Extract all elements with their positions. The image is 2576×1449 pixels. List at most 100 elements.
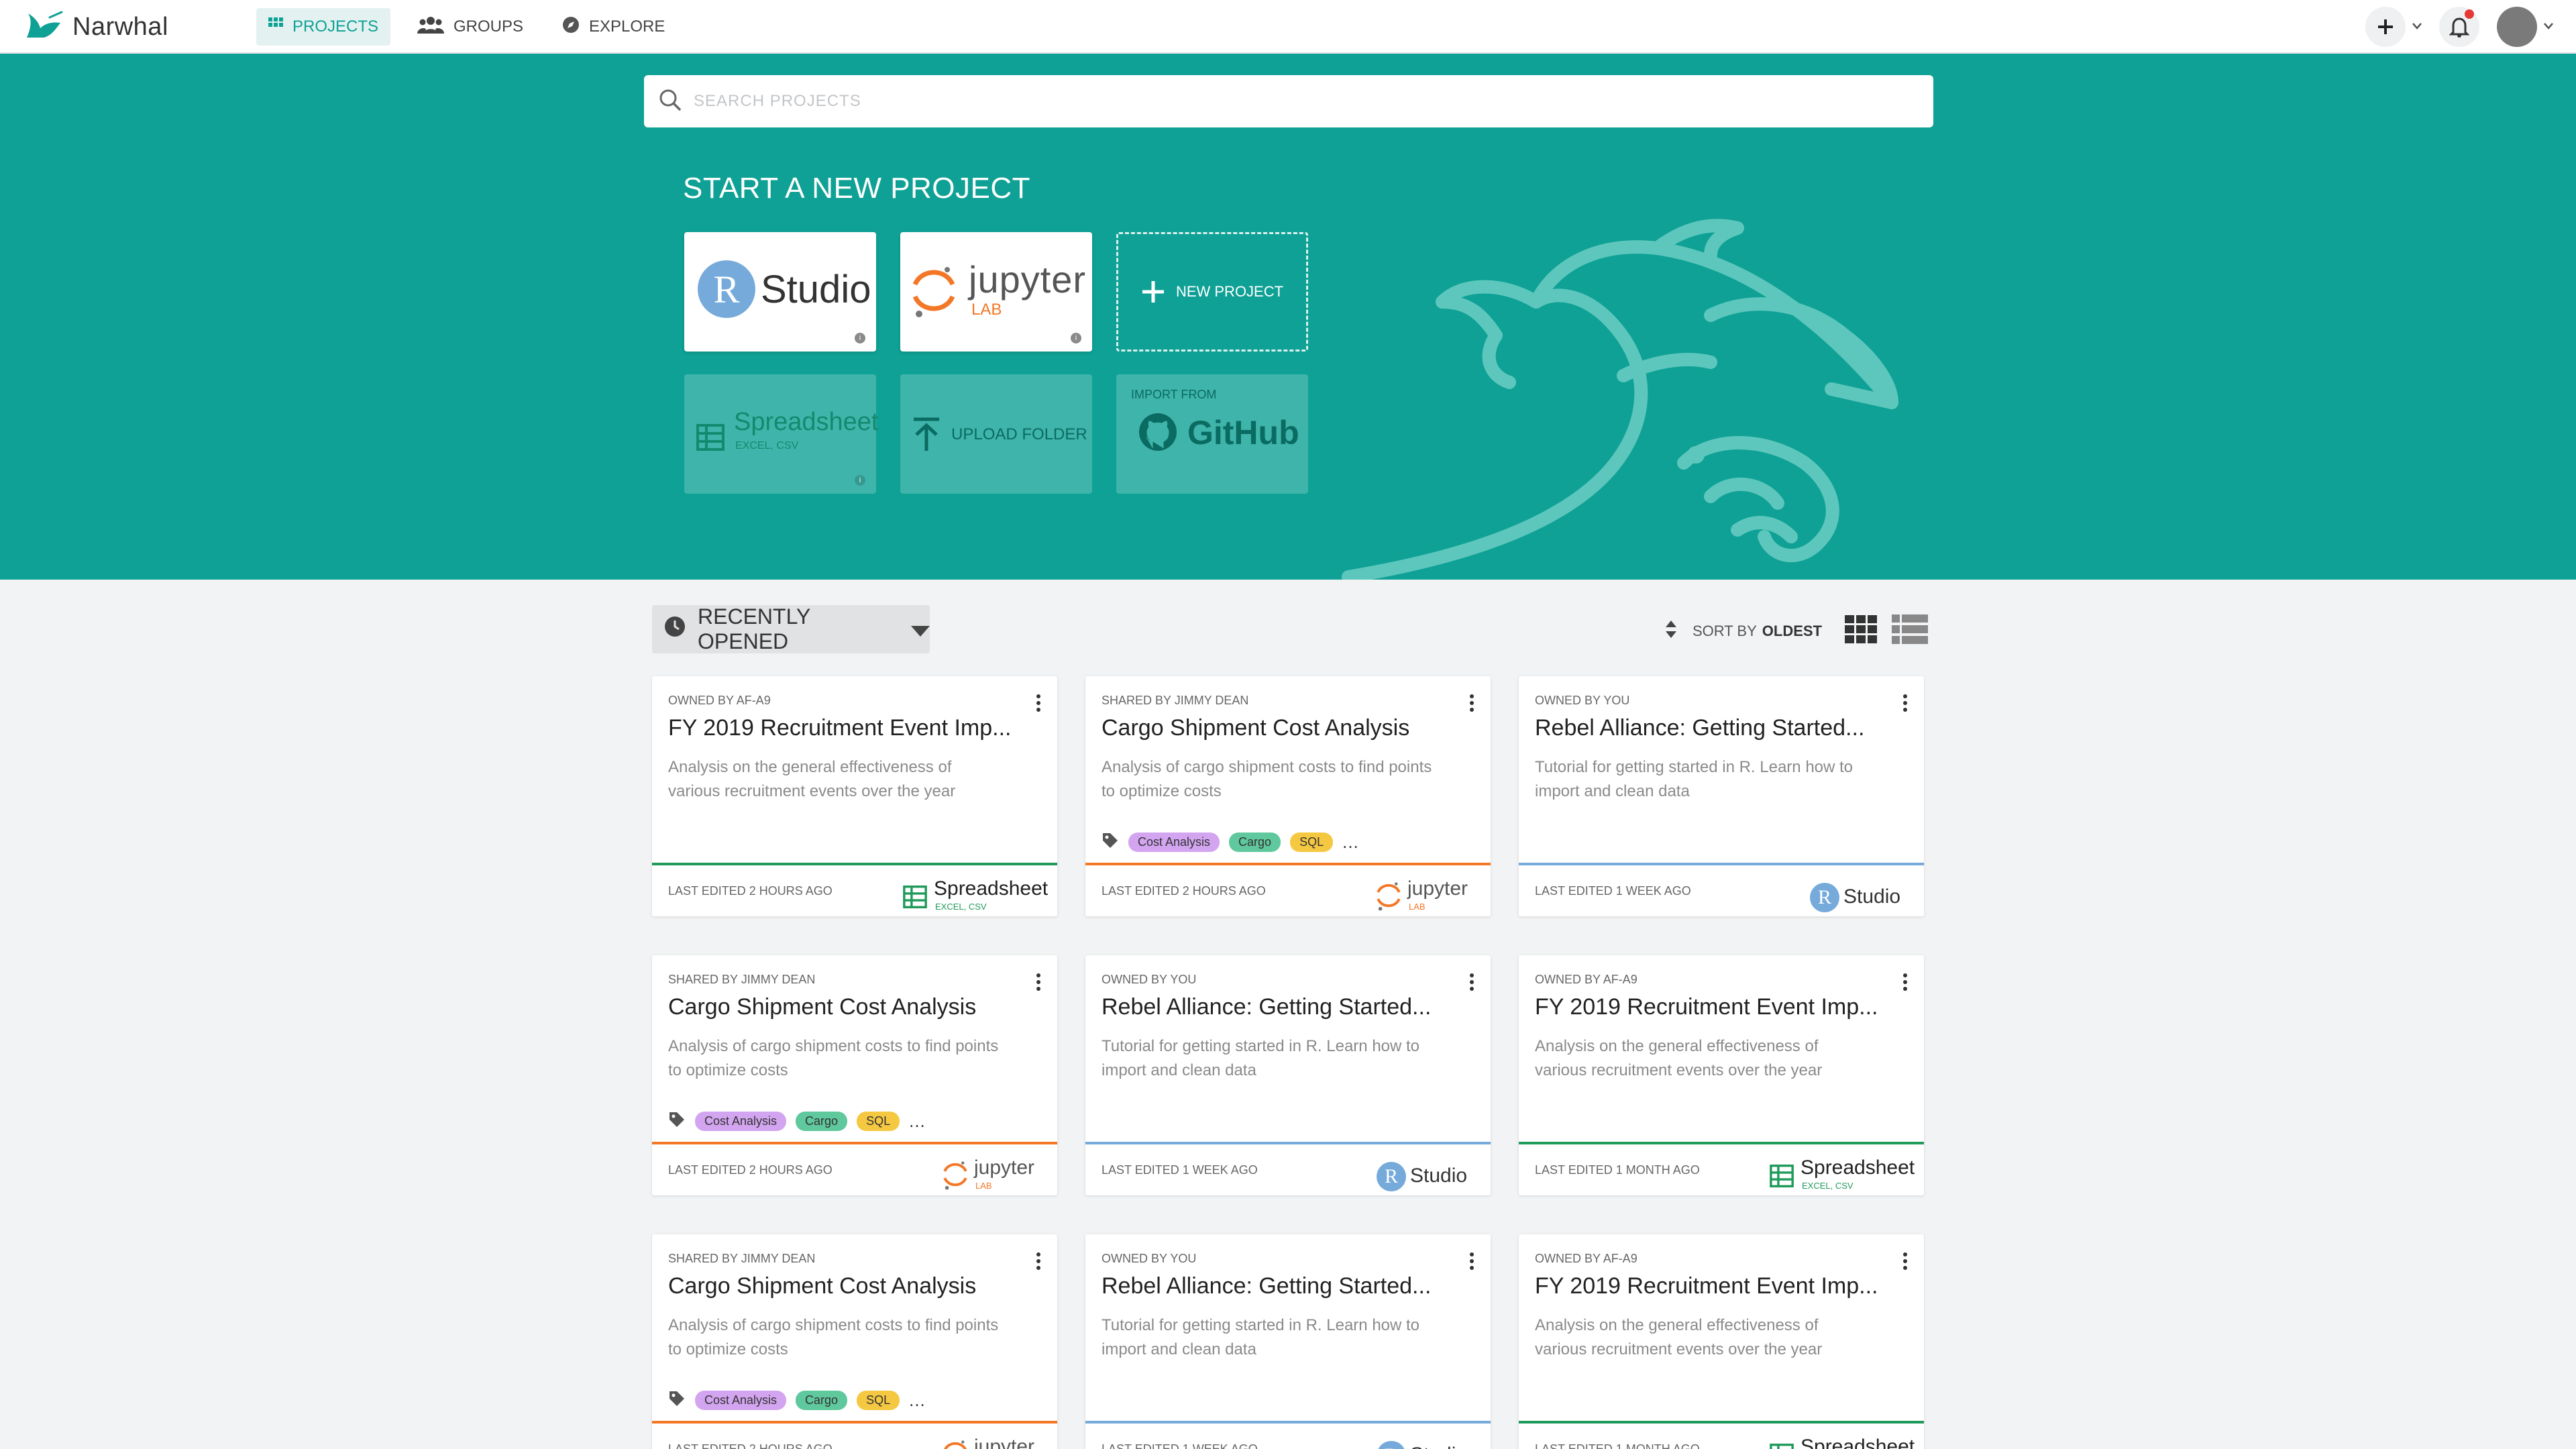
tag-chip[interactable]: SQL: [1290, 833, 1334, 852]
card-title[interactable]: FY 2019 Recruitment Event Imp...: [668, 715, 1030, 741]
app-logo[interactable]: Narwhal: [24, 11, 168, 44]
nav-groups-label: GROUPS: [453, 17, 524, 36]
hero-banner: START A NEW PROJECT R Studio i jupyter L…: [0, 54, 2576, 580]
recently-opened-filter[interactable]: RECENTLY OPENED: [652, 604, 930, 653]
brand-sub-label: EXCEL, CSV: [1802, 1181, 1854, 1191]
rstudio-tile[interactable]: R Studio i: [684, 232, 876, 352]
last-edited: LAST EDITED 2 HOURS AGO: [1102, 884, 1266, 898]
jupyter-badge: jupyter LAB: [943, 1155, 1044, 1193]
card-title[interactable]: Cargo Shipment Cost Analysis: [668, 994, 1030, 1020]
more-vertical-icon[interactable]: [1898, 1248, 1912, 1275]
rstudio-r-icon: R: [1377, 1441, 1406, 1449]
more-vertical-icon[interactable]: [1898, 969, 1912, 996]
card-description: Analysis of cargo shipment costs to find…: [1102, 758, 1432, 800]
jupyter-tile[interactable]: jupyter LAB i: [900, 232, 1092, 352]
caret-down-icon: [911, 617, 930, 642]
avatar[interactable]: [2497, 7, 2537, 47]
card-title[interactable]: FY 2019 Recruitment Event Imp...: [1535, 1273, 1897, 1299]
more-vertical-icon[interactable]: [1032, 969, 1045, 996]
project-card[interactable]: SHARED BY JIMMY DEAN Cargo Shipment Cost …: [1085, 676, 1491, 916]
info-icon[interactable]: i: [855, 475, 865, 486]
card-owner: OWNED BY YOU: [1102, 1252, 1197, 1265]
project-card[interactable]: SHARED BY JIMMY DEAN Cargo Shipment Cost …: [652, 1234, 1057, 1449]
brand-label: jupyter: [974, 1436, 1035, 1449]
tag-chip[interactable]: Cargo: [796, 1112, 848, 1131]
spreadsheet-badge: Spreadsheet EXCEL, CSV: [903, 876, 1048, 914]
tag-chip[interactable]: SQL: [857, 1391, 900, 1410]
more-vertical-icon[interactable]: [1032, 690, 1045, 716]
card-title[interactable]: FY 2019 Recruitment Event Imp...: [1535, 994, 1897, 1020]
upload-folder-tile[interactable]: UPLOAD FOLDER: [900, 374, 1092, 494]
tag-icon: [1102, 832, 1119, 853]
list-view-icon[interactable]: [1892, 614, 1928, 648]
brand-label: Studio: [1410, 1165, 1468, 1187]
github-label: GitHub: [1187, 414, 1299, 451]
card-description: Analysis of cargo shipment costs to find…: [668, 1316, 999, 1358]
brand-label: Studio: [1843, 885, 1901, 908]
spreadsheet-tile[interactable]: Spreadsheet EXCEL, CSV i: [684, 374, 879, 494]
rstudio-r-icon: R: [1810, 883, 1839, 912]
project-card[interactable]: OWNED BY YOU Rebel Alliance: Getting Star…: [1519, 676, 1924, 916]
sort-value: OLDEST: [1762, 623, 1822, 639]
tag-chip[interactable]: Cost Analysis: [695, 1112, 787, 1131]
tag-icon: [668, 1390, 686, 1411]
more-vertical-icon[interactable]: [1898, 690, 1912, 716]
more-tags-button[interactable]: ...: [909, 1111, 926, 1132]
card-title[interactable]: Rebel Alliance: Getting Started...: [1102, 994, 1464, 1020]
tag-chip[interactable]: Cost Analysis: [695, 1391, 787, 1410]
project-card[interactable]: OWNED BY AF-A9 FY 2019 Recruitment Event …: [652, 676, 1057, 916]
search-input[interactable]: [694, 92, 1834, 111]
add-button[interactable]: [2365, 7, 2406, 47]
card-description: Tutorial for getting started in R. Learn…: [1102, 1316, 1420, 1358]
import-from-label: IMPORT FROM: [1131, 388, 1217, 401]
card-title[interactable]: Cargo Shipment Cost Analysis: [668, 1273, 1030, 1299]
tag-icon: [668, 1111, 686, 1132]
more-vertical-icon[interactable]: [1465, 690, 1479, 716]
nav-groups[interactable]: GROUPS: [405, 8, 535, 46]
tag-chip[interactable]: Cargo: [1229, 833, 1281, 852]
project-card[interactable]: OWNED BY YOU Rebel Alliance: Getting Star…: [1085, 955, 1491, 1195]
card-tags: Cost Analysis Cargo SQL...: [668, 1390, 926, 1411]
card-footer: LAST EDITED 2 HOURS AGO Spreadsheet EXCEL,…: [652, 863, 1057, 916]
create-menu[interactable]: [2365, 7, 2422, 47]
tag-chip[interactable]: Cost Analysis: [1128, 833, 1220, 852]
github-import-tile[interactable]: IMPORT FROM GitHub: [1116, 374, 1308, 494]
tag-chip[interactable]: Cargo: [796, 1391, 848, 1410]
brand-label: Spreadsheet: [934, 877, 1049, 900]
grid-view-icon[interactable]: [1845, 615, 1877, 647]
card-title[interactable]: Rebel Alliance: Getting Started...: [1535, 715, 1897, 741]
app-name: Narwhal: [72, 13, 168, 41]
card-tags: Cost Analysis Cargo SQL...: [1102, 832, 1359, 853]
sort-button[interactable]: SORT BY OLDEST: [1693, 623, 1822, 640]
info-icon[interactable]: i: [1071, 333, 1081, 343]
card-title[interactable]: Rebel Alliance: Getting Started...: [1102, 1273, 1464, 1299]
card-owner: OWNED BY YOU: [1102, 973, 1197, 986]
jupyter-lab-label: LAB: [971, 301, 1002, 319]
info-icon[interactable]: i: [855, 333, 865, 343]
user-menu[interactable]: [2497, 7, 2553, 47]
spreadsheet-badge: Spreadsheet EXCEL, CSV: [1770, 1155, 1915, 1193]
new-project-label: NEW PROJECT: [1175, 283, 1284, 300]
sort-icon[interactable]: [1664, 619, 1678, 644]
project-card[interactable]: OWNED BY YOU Rebel Alliance: Getting Star…: [1085, 1234, 1491, 1449]
project-card[interactable]: SHARED BY JIMMY DEAN Cargo Shipment Cost …: [652, 955, 1057, 1195]
nav-explore[interactable]: EXPLORE: [550, 8, 677, 46]
notifications-button[interactable]: [2439, 7, 2479, 47]
card-owner: OWNED BY AF-A9: [668, 694, 771, 707]
rstudio-badge: RStudio: [1810, 876, 1911, 914]
filter-label: RECENTLY OPENED: [698, 604, 810, 653]
tag-chip[interactable]: SQL: [857, 1112, 900, 1131]
new-project-tile[interactable]: NEW PROJECT: [1116, 232, 1308, 352]
more-vertical-icon[interactable]: [1032, 1248, 1045, 1275]
more-vertical-icon[interactable]: [1465, 1248, 1479, 1275]
more-tags-button[interactable]: ...: [1342, 832, 1359, 853]
nav-projects[interactable]: PROJECTS: [256, 8, 391, 46]
spreadsheet-tile-sub: EXCEL, CSV: [735, 440, 799, 451]
search-bar[interactable]: [644, 75, 1933, 127]
project-card[interactable]: OWNED BY AF-A9 FY 2019 Recruitment Event …: [1519, 1234, 1924, 1449]
more-vertical-icon[interactable]: [1465, 969, 1479, 996]
more-tags-button[interactable]: ...: [909, 1390, 926, 1411]
card-owner: OWNED BY AF-A9: [1535, 973, 1638, 986]
project-card[interactable]: OWNED BY AF-A9 FY 2019 Recruitment Event …: [1519, 955, 1924, 1195]
card-title[interactable]: Cargo Shipment Cost Analysis: [1102, 715, 1464, 741]
